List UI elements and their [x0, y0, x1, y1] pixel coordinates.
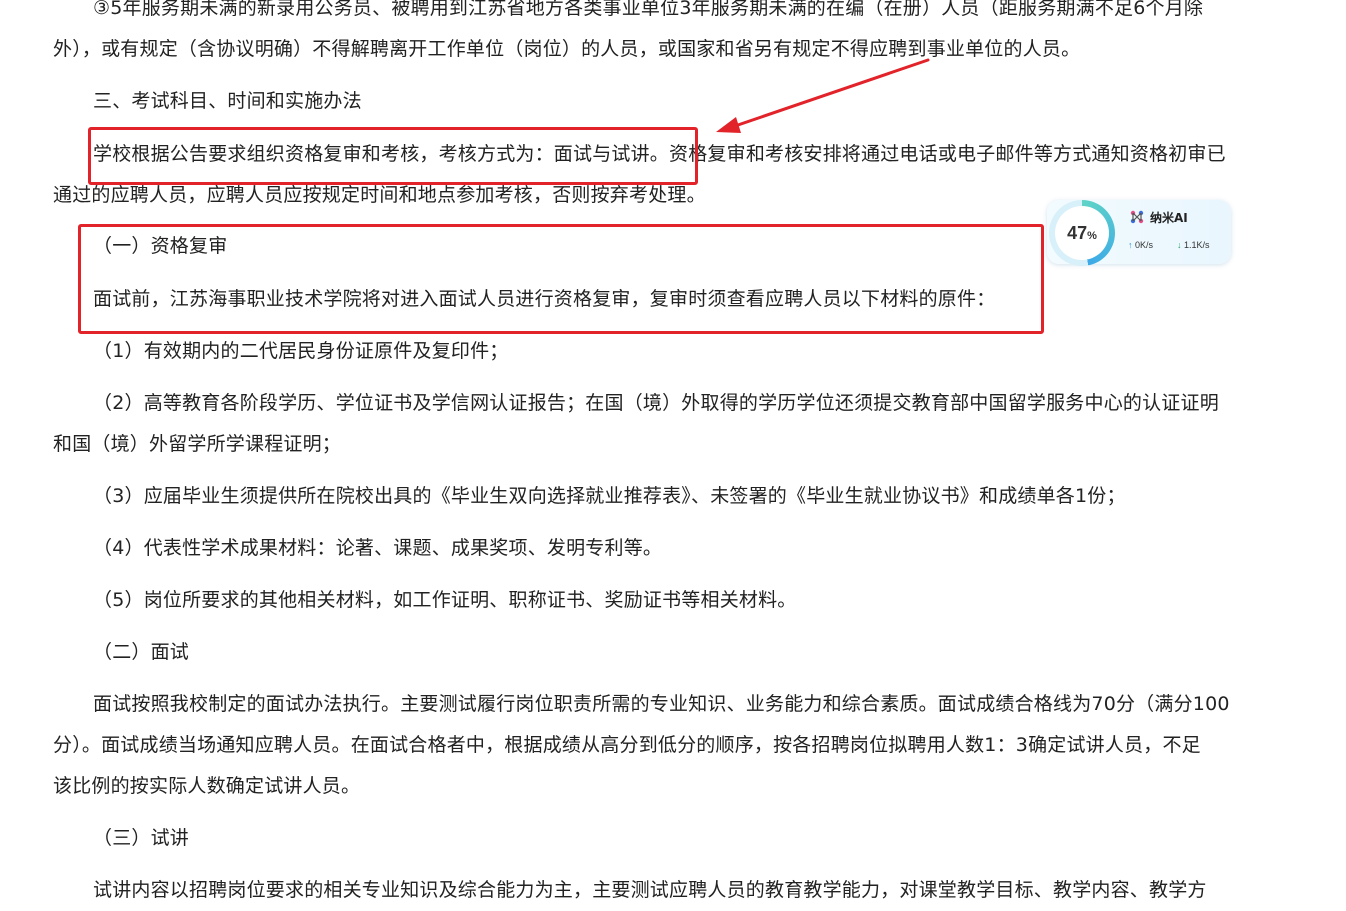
text-line: 和国（境）外留学所学课程证明；	[53, 433, 342, 455]
download-arrow-icon: ↓	[1177, 240, 1182, 250]
percent-unit: %	[1087, 230, 1097, 242]
heading-trial-lecture: （三）试讲	[93, 827, 190, 849]
text-line: 该比例的按实际人数确定试讲人员。	[53, 775, 361, 797]
heading-interview: （二）面试	[93, 641, 190, 663]
widget-brand: 纳米AI	[1150, 211, 1188, 225]
upload-speed: ↑ 0K/s	[1128, 240, 1153, 250]
text-line: 试讲内容以招聘岗位要求的相关专业知识及综合能力为主，主要测试应聘人员的教育教学能…	[93, 879, 1207, 901]
nano-ai-logo-icon	[1130, 210, 1144, 224]
text-line: 分）。面试成绩当场通知应聘人员。在面试合格者中，根据成绩从高分到低分的顺序，按各…	[53, 734, 1201, 756]
list-item: （1）有效期内的二代居民身份证原件及复印件；	[53, 331, 1303, 372]
progress-ring: 47%	[1049, 200, 1115, 266]
text-line: （5）岗位所要求的其他相关材料，如工作证明、职称证书、奖励证书等相关材料。	[93, 589, 797, 611]
article-page: ③5年服务期未满的新录用公务员、被聘用到江苏省地方各类事业单位3年服务期未满的在…	[0, 0, 1346, 907]
text-line: （3）应届毕业生须提供所在院校出具的《毕业生双向选择就业推荐表》、未签署的《毕业…	[93, 485, 1126, 507]
upload-value: 0K/s	[1135, 240, 1154, 250]
paragraph-eligibility: ③5年服务期未满的新录用公务员、被聘用到江苏省地方各类事业单位3年服务期未满的在…	[53, 0, 1303, 70]
subsection-title: （二）面试	[53, 632, 1303, 673]
list-item: （4）代表性学术成果材料：论著、课题、成果奖项、发明专利等。	[53, 528, 1303, 569]
text-line: 面试按照我校制定的面试办法执行。主要测试履行岗位职责所需的专业知识、业务能力和综…	[93, 693, 1230, 715]
text-line: 外），或有规定（含协议明确）不得解聘离开工作单位（岗位）的人员，或国家和省另有规…	[53, 38, 1081, 60]
upload-arrow-icon: ↑	[1128, 240, 1133, 250]
text-line: 学校根据公告要求组织资格复审和考核，考核方式为：面试与试讲。资格复审和考核安排将…	[53, 134, 1303, 175]
list-item: （3）应届毕业生须提供所在院校出具的《毕业生双向选择就业推荐表》、未签署的《毕业…	[53, 476, 1303, 517]
subsection-title: （三）试讲	[53, 818, 1303, 859]
heading-exam-subjects: 三、考试科目、时间和实施办法	[93, 90, 362, 112]
list-item: （5）岗位所要求的其他相关材料，如工作证明、职称证书、奖励证书等相关材料。	[53, 580, 1303, 621]
progress-percent: 47%	[1055, 206, 1109, 260]
percent-value: 47	[1067, 223, 1088, 243]
text-line: （4）代表性学术成果材料：论著、课题、成果奖项、发明专利等。	[93, 537, 663, 559]
paragraph-review-intro: 面试前，江苏海事职业技术学院将对进入面试人员进行资格复审，复审时须查看应聘人员以…	[53, 279, 1303, 320]
text-line: （2）高等教育各阶段学历、学位证书及学信网认证报告；在国（境）外取得的学历学位还…	[93, 392, 1219, 414]
network-speed-widget[interactable]: 47% 纳米AI ↑ 0K/s ↓ 1.1K/s	[1047, 200, 1231, 266]
text-line: （1）有效期内的二代居民身份证原件及复印件；	[93, 340, 509, 362]
paragraph-interview: 面试按照我校制定的面试办法执行。主要测试履行岗位职责所需的专业知识、业务能力和综…	[53, 684, 1303, 807]
text-segment: 资格复审和考核安排将通过电话或电子邮件等方式通知资格初审已	[669, 143, 1226, 165]
highlighted-text: 学校根据公告要求组织资格复审和考核，考核方式为：面试与试讲。	[93, 143, 670, 165]
paragraph-trial-lecture: 试讲内容以招聘岗位要求的相关专业知识及综合能力为主，主要测试应聘人员的教育教学能…	[53, 870, 1303, 911]
download-speed: ↓ 1.1K/s	[1177, 240, 1210, 250]
section-heading: 三、考试科目、时间和实施办法	[53, 81, 1303, 122]
download-value: 1.1K/s	[1184, 240, 1210, 250]
text-line: 面试前，江苏海事职业技术学院将对进入面试人员进行资格复审，复审时须查看应聘人员以…	[93, 288, 996, 310]
list-item: （2）高等教育各阶段学历、学位证书及学信网认证报告；在国（境）外取得的学历学位还…	[53, 383, 1303, 465]
text-line: ③5年服务期未满的新录用公务员、被聘用到江苏省地方各类事业单位3年服务期未满的在…	[93, 0, 1204, 19]
